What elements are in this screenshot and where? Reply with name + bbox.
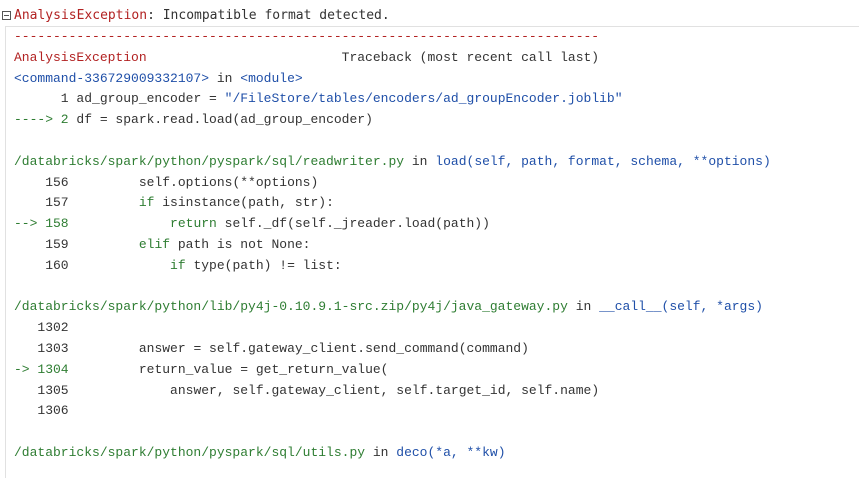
exception-message: : Incompatible format detected.	[147, 7, 390, 23]
exception-name: AnalysisException	[14, 7, 148, 23]
frame3-path: /databricks/spark/python/lib/py4j-0.10.9…	[14, 299, 568, 315]
frame1-line-1: 1 ad_group_encoder = "/FileStore/tables/…	[14, 89, 771, 110]
code-keyword: if	[170, 257, 186, 273]
frame4-header: /databricks/spark/python/pyspark/sql/uti…	[14, 443, 771, 464]
traceback-output: ----------------------------------------…	[14, 27, 771, 464]
error-arrow: ----> 2	[14, 112, 77, 128]
line-number: 1303	[14, 340, 77, 356]
code: return_value = get_return_value(	[138, 361, 389, 377]
frame2-line: 160 if type(path) != list:	[14, 256, 771, 277]
error-arrow: --> 158	[14, 216, 77, 232]
exception-header: AnalysisException: Incompatible format d…	[0, 4, 390, 26]
frame2-func: load	[435, 153, 467, 169]
frame1-header: <command-336729009332107> in <module>	[14, 69, 771, 90]
traceback-title-line: AnalysisException Traceback (most recent…	[14, 48, 771, 69]
code-keyword: return	[170, 216, 217, 232]
code: answer = self.gateway_client.send_comman…	[138, 340, 529, 356]
frame4-path: /databricks/spark/python/pyspark/sql/uti…	[14, 444, 366, 460]
frame3-line: 1305 answer, self.gateway_client, self.t…	[14, 381, 771, 402]
frame4-signature: (*a, **kw)	[427, 444, 506, 460]
frame2-signature: (self, path, format, schema, **options)	[466, 153, 771, 169]
code-keyword: elif	[138, 236, 171, 252]
frame3-func: __call__	[599, 299, 662, 315]
code: path is not None:	[170, 236, 311, 252]
frame4-func: deco	[396, 444, 428, 460]
code: type(path) != list:	[185, 257, 342, 273]
frame1-func: <module>	[240, 70, 303, 86]
collapse-icon[interactable]	[2, 10, 11, 20]
code: answer, self.gateway_client, self.target…	[170, 382, 600, 398]
frame2-header: /databricks/spark/python/pyspark/sql/rea…	[14, 152, 771, 173]
frame2-line: 159 elif path is not None:	[14, 235, 771, 256]
code: self._df(self._jreader.load(path))	[216, 216, 490, 232]
frame3-line: 1303 answer = self.gateway_client.send_c…	[14, 339, 771, 360]
frame3-line: 1306	[14, 401, 771, 422]
frame2-line: --> 158 return self._df(self._jreader.lo…	[14, 214, 771, 235]
line-number: 1302	[14, 320, 77, 336]
frame3-line: 1302	[14, 318, 771, 339]
frame2-in: in	[404, 153, 436, 169]
traceback-exception-name: AnalysisException	[14, 49, 147, 65]
frame1-location: <command-336729009332107>	[14, 70, 210, 86]
code: ad_group_encoder =	[76, 91, 225, 107]
line-number: 156	[14, 174, 77, 190]
code-string: "/FileStore/tables/encoders/ad_groupEnco…	[224, 91, 623, 107]
frame1-line-2: ----> 2 df = spark.read.load(ad_group_en…	[14, 110, 771, 131]
code: isinstance(path, str):	[154, 195, 334, 211]
line-number: 1306	[14, 403, 77, 419]
line-number: 159	[14, 236, 77, 252]
line-number: 157	[14, 195, 77, 211]
traceback-title: Traceback (most recent call last)	[146, 49, 600, 65]
frame4-in: in	[365, 444, 397, 460]
frame2-line: 156 self.options(**options)	[14, 173, 771, 194]
frame3-in: in	[567, 299, 600, 315]
frame3-header: /databricks/spark/python/lib/py4j-0.10.9…	[14, 297, 771, 318]
code: self.options(**options)	[138, 174, 319, 190]
frame2-path: /databricks/spark/python/pyspark/sql/rea…	[14, 153, 405, 169]
frame3-line: -> 1304 return_value = get_return_value(	[14, 360, 771, 381]
error-arrow: -> 1304	[14, 361, 77, 377]
code-keyword: if	[138, 195, 155, 211]
line-number: 160	[14, 257, 77, 273]
frame3-signature: (self, *args)	[661, 299, 763, 315]
line-number: 1305	[14, 382, 77, 398]
frame2-line: 157 if isinstance(path, str):	[14, 193, 771, 214]
frame1-in: in	[209, 70, 241, 86]
separator-line: ----------------------------------------…	[14, 29, 600, 44]
code: df = spark.read.load(ad_group_encoder)	[76, 112, 373, 128]
line-number: 1	[14, 91, 77, 107]
